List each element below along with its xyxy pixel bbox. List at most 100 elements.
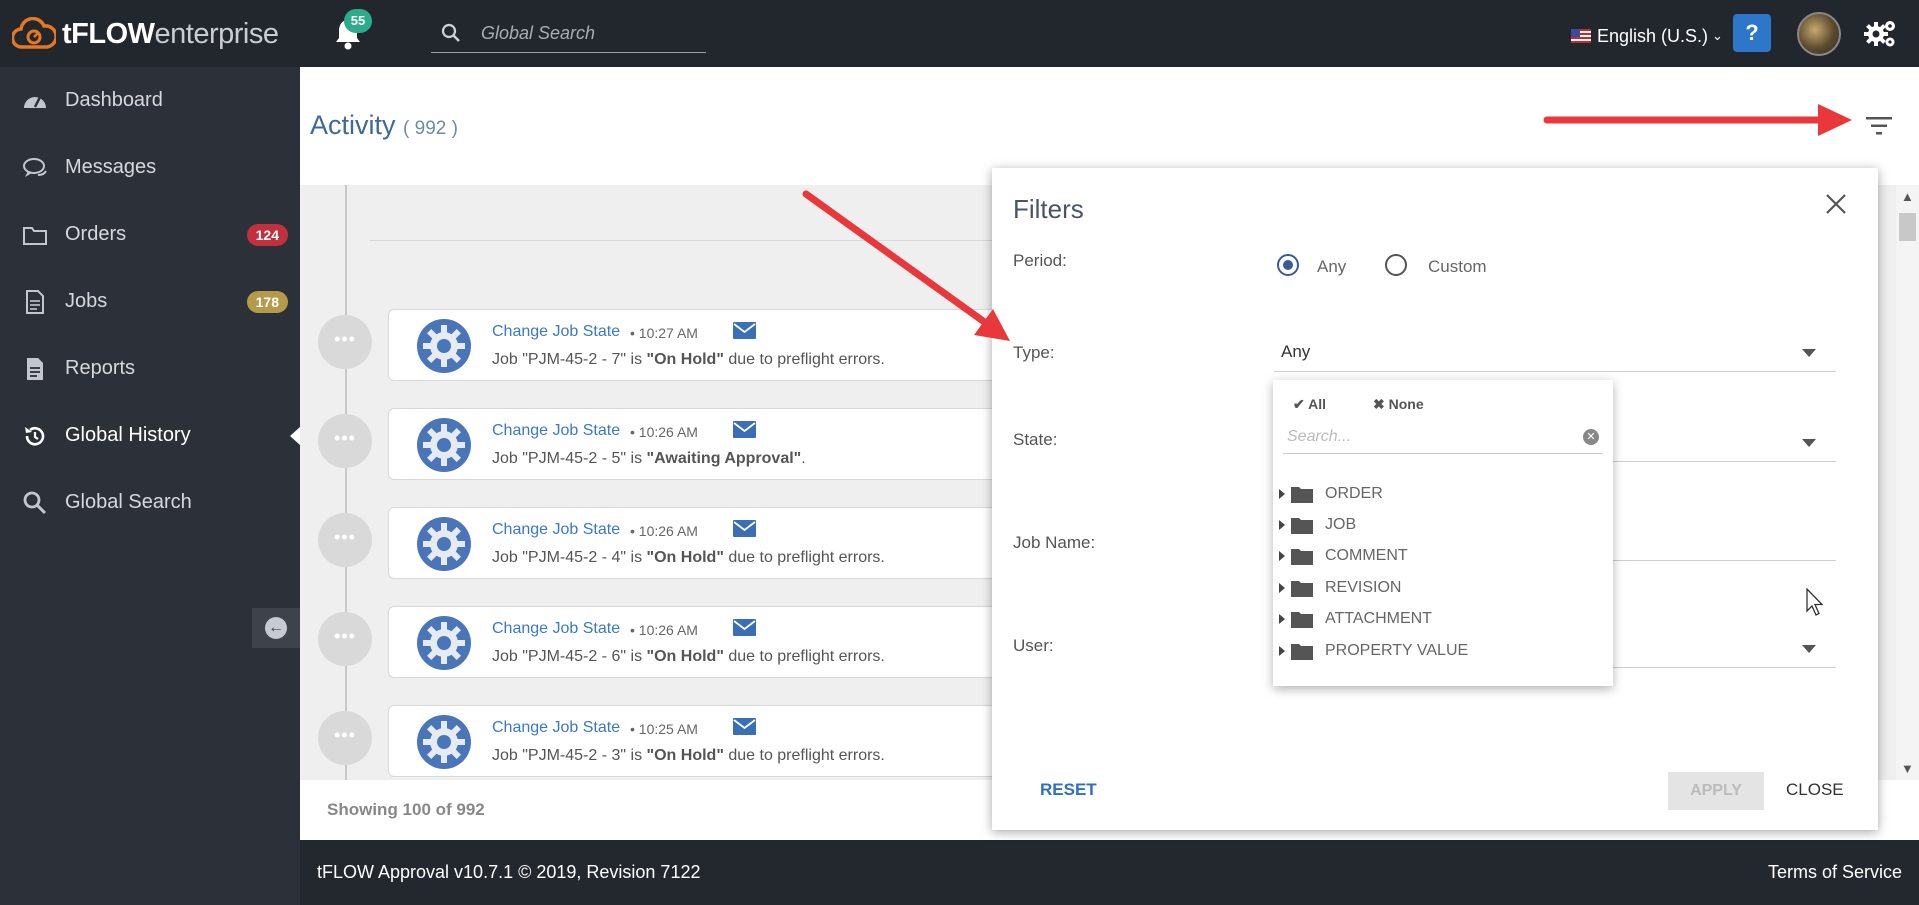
feed-status-bar: Showing 100 of 992 (300, 780, 1000, 840)
activity-card[interactable]: Change Job State • 10:26 AM Job "PJM-45-… (388, 507, 1048, 579)
cloud-gauge-icon (12, 17, 56, 49)
gear-icon (417, 715, 471, 769)
expand-icon[interactable] (1279, 551, 1285, 561)
dashboard-icon (24, 95, 46, 108)
collapse-sidebar-button[interactable]: ← (252, 608, 300, 648)
sidebar-item-reports[interactable]: Reports (0, 335, 300, 402)
scroll-thumb[interactable] (1899, 213, 1916, 241)
activity-description: Job "PJM-45-2 - 5" is "Awaiting Approval… (492, 450, 806, 468)
timeline-line (345, 185, 347, 780)
tree-node-comment[interactable]: COMMENT (1279, 542, 1599, 570)
type-search-input[interactable] (1287, 424, 1567, 450)
activity-description: Job "PJM-45-2 - 4" is "On Hold" due to p… (492, 549, 885, 567)
folder-icon (1291, 487, 1313, 503)
global-search-box[interactable] (431, 14, 706, 53)
settings-gear-icon[interactable] (1863, 17, 1897, 51)
us-flag-icon (1571, 29, 1591, 43)
mail-icon[interactable] (733, 322, 756, 339)
activity-suffix-text: due to preflight errors. (723, 549, 885, 566)
activity-title-link[interactable]: Change Job State (492, 620, 620, 638)
sidebar-item-global-history[interactable]: Global History (0, 402, 300, 469)
sidebar-item-orders[interactable]: Orders 124 (0, 201, 300, 268)
language-selector[interactable]: English (U.S.) ⌄ (1571, 23, 1723, 49)
period-any-radio[interactable] (1277, 254, 1299, 276)
tree-node-order[interactable]: ORDER (1279, 480, 1599, 508)
reset-button[interactable]: RESET (1040, 780, 1097, 800)
global-search-input[interactable] (481, 18, 701, 48)
tree-node-label: ATTACHMENT (1325, 610, 1432, 627)
tree-node-job[interactable]: JOB (1279, 511, 1599, 539)
tree-node-property-value[interactable]: PROPERTY VALUE (1279, 637, 1599, 665)
activity-count: ( 992 ) (403, 118, 458, 139)
mail-icon[interactable] (733, 520, 756, 537)
sidebar-item-label: Dashboard (65, 89, 163, 111)
timeline-dot (318, 513, 372, 567)
close-icon[interactable] (1824, 192, 1848, 216)
activity-state-text: "On Hold" (646, 549, 724, 566)
mail-icon[interactable] (733, 421, 756, 438)
top-bar: tFLOWenterprise 55 English (U.S.) ⌄ ? (0, 0, 1919, 67)
gear-icon (417, 616, 471, 670)
cross-icon: ✖ (1373, 396, 1385, 412)
activity-suffix-text: . (801, 450, 806, 467)
activity-title-link[interactable]: Change Job State (492, 422, 620, 440)
tree-node-revision[interactable]: REVISION (1279, 574, 1599, 602)
period-custom-radio[interactable] (1385, 254, 1407, 276)
tree-node-attachment[interactable]: ATTACHMENT (1279, 605, 1599, 633)
activity-title-link[interactable]: Change Job State (492, 719, 620, 737)
sidebar-item-global-search[interactable]: Global Search (0, 469, 300, 536)
user-avatar[interactable] (1797, 12, 1841, 56)
scroll-up-icon[interactable]: ▲ (1901, 189, 1914, 204)
activity-description: Job "PJM-45-2 - 3" is "On Hold" due to p… (492, 747, 885, 765)
sidebar-item-messages[interactable]: Messages (0, 134, 300, 201)
filters-title: Filters (1013, 194, 1084, 224)
timeline-dot (318, 711, 372, 765)
mail-icon[interactable] (733, 718, 756, 735)
activity-card[interactable]: Change Job State • 10:26 AM Job "PJM-45-… (388, 408, 1048, 480)
sidebar-item-dashboard[interactable]: Dashboard (0, 67, 300, 134)
activity-state-text: "On Hold" (646, 648, 724, 665)
type-select[interactable]: Any (1274, 332, 1836, 372)
clear-icon[interactable]: ✕ (1583, 429, 1599, 445)
sidebar-item-label: Reports (65, 357, 136, 379)
activity-card[interactable]: Change Job State • 10:26 AM Job "PJM-45-… (388, 606, 1048, 678)
activity-state-text: "On Hold" (646, 351, 724, 368)
job-name-label: Job Name: (1013, 533, 1096, 552)
expand-icon[interactable] (1279, 520, 1285, 530)
user-label: User: (1013, 636, 1054, 655)
select-none-option[interactable]: ✖ None (1373, 396, 1424, 413)
activity-card[interactable]: Change Job State • 10:25 AM Job "PJM-45-… (388, 705, 1048, 777)
period-custom-label[interactable]: Custom (1428, 257, 1487, 277)
terms-of-service-link[interactable]: Terms of Service (1768, 862, 1902, 883)
period-any-label[interactable]: Any (1317, 257, 1346, 277)
search-icon (441, 23, 460, 42)
type-search-box[interactable]: ✕ (1283, 420, 1603, 454)
check-icon: ✔ (1293, 396, 1305, 412)
expand-icon[interactable] (1279, 614, 1285, 624)
mail-icon[interactable] (733, 619, 756, 636)
activity-card[interactable]: Change Job State • 10:27 AM Job "PJM-45-… (388, 309, 1048, 381)
feed-scrollbar[interactable]: ▲ ▼ (1896, 185, 1919, 780)
filter-icon[interactable] (1864, 113, 1894, 139)
help-button[interactable]: ? (1733, 14, 1771, 52)
activity-job-text: Job "PJM-45-2 - 5" is (492, 450, 647, 467)
tflow-logo[interactable]: tFLOWenterprise (12, 14, 279, 54)
sidebar-item-label: Orders (65, 223, 127, 245)
scroll-down-icon[interactable]: ▼ (1901, 761, 1914, 776)
activity-suffix-text: due to preflight errors. (723, 351, 885, 368)
close-button[interactable]: CLOSE (1786, 780, 1844, 800)
select-all-option[interactable]: ✔ All (1293, 396, 1326, 413)
activity-time: • 10:26 AM (630, 523, 698, 539)
expand-icon[interactable] (1279, 583, 1285, 593)
showing-count-text: Showing 100 of 992 (327, 800, 485, 819)
type-label: Type: (1013, 343, 1055, 362)
expand-icon[interactable] (1279, 646, 1285, 656)
folder-icon (1291, 612, 1313, 628)
active-caret-icon (290, 426, 300, 445)
activity-title-link[interactable]: Change Job State (492, 323, 620, 341)
expand-icon[interactable] (1279, 489, 1285, 499)
sidebar-item-jobs[interactable]: Jobs 178 (0, 268, 300, 335)
activity-title-link[interactable]: Change Job State (492, 521, 620, 539)
gear-icon (417, 517, 471, 571)
apply-button[interactable]: APPLY (1668, 772, 1764, 810)
